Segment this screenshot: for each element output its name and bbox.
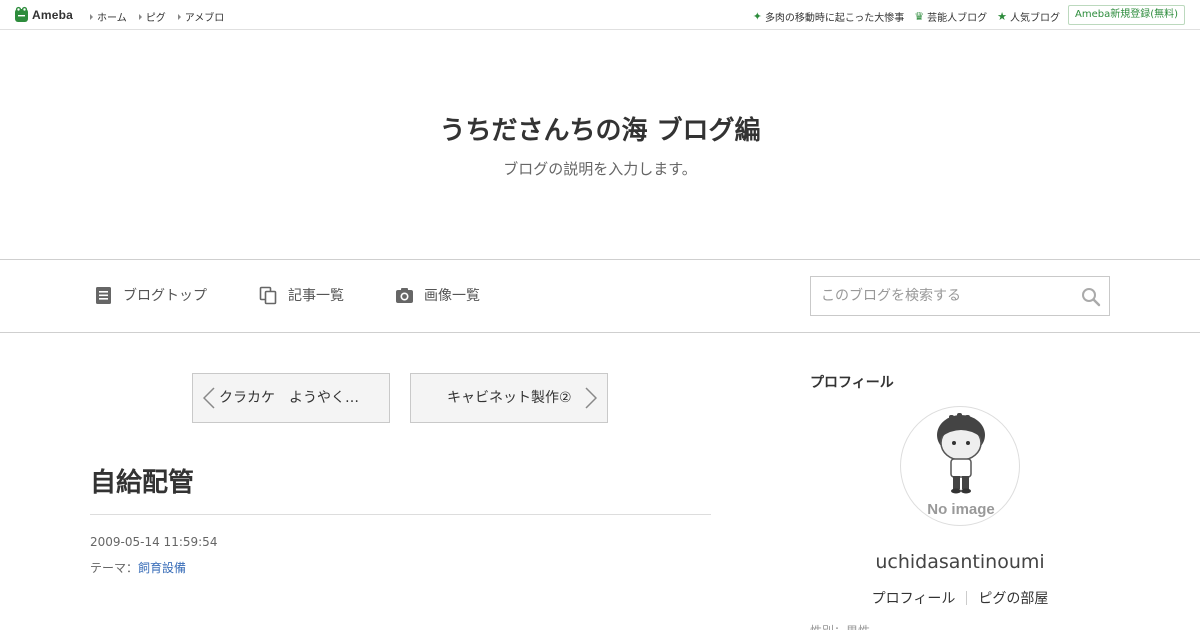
blog-title[interactable]: うちださんちの海 ブログ編 — [0, 110, 1200, 147]
profile-links: プロフィール ピグの部屋 — [810, 588, 1110, 608]
theme-link[interactable]: 飼育設備 — [138, 561, 186, 575]
sparkle-icon: ✦ — [752, 9, 762, 23]
entry-date: 2009-05-14 11:59:54 — [90, 535, 218, 549]
blog-search-input[interactable] — [811, 277, 1071, 315]
entry-theme: テーマ：飼育設備 — [90, 559, 186, 576]
chevron-right-icon — [585, 387, 597, 409]
document-icon — [96, 286, 111, 304]
crown-icon: ♛ — [914, 9, 925, 23]
prev-entry-label: クラカケ ようやく… — [219, 390, 359, 406]
celebrity-blog-link[interactable]: ♛ 芸能人ブログ — [914, 9, 988, 25]
header-right-links: ✦ 多肉の移動時に起こった大惨事 ♛ 芸能人ブログ ★ 人気ブログ — [752, 9, 1060, 25]
profile-username[interactable]: uchidasantinoumi — [810, 551, 1110, 573]
blog-description: ブログの説明を入力します。 — [503, 160, 697, 178]
popular-blog-label: 人気ブログ — [1010, 13, 1060, 24]
theme-prefix: テーマ： — [90, 561, 139, 575]
blog-top-label: ブログトップ — [123, 288, 207, 304]
search-icon[interactable] — [1081, 287, 1101, 307]
next-entry-button[interactable]: キャビネット製作② — [410, 373, 608, 423]
blog-nav: ブログトップ 記事一覧 画像一覧 — [0, 259, 1200, 333]
trending-topic-label: 多肉の移動時に起こった大惨事 — [764, 13, 905, 24]
nav-home-link[interactable]: ホーム — [90, 9, 127, 24]
pigg-room-link[interactable]: ピグの部屋 — [967, 588, 1059, 608]
camera-icon — [396, 287, 413, 303]
triangle-right-icon — [177, 13, 181, 20]
profile-heading: プロフィール — [810, 375, 894, 391]
nav-ameblo-label: アメブロ — [184, 13, 225, 24]
nav-pigg-link[interactable]: ピグ — [138, 9, 166, 24]
popular-blog-link[interactable]: ★ 人気ブログ — [997, 9, 1060, 25]
logo-text: Ameba — [32, 7, 74, 22]
trending-topic-link[interactable]: ✦ 多肉の移動時に起こった大惨事 — [752, 9, 905, 25]
triangle-right-icon — [90, 13, 93, 20]
image-list-link[interactable]: 画像一覧 — [395, 285, 480, 305]
no-image-text: No image — [927, 501, 995, 518]
blog-top-link[interactable]: ブログトップ — [94, 285, 207, 305]
celebrity-blog-label: 芸能人ブログ — [927, 13, 988, 24]
image-list-label: 画像一覧 — [424, 288, 480, 304]
nav-ameblo-link[interactable]: アメブロ — [177, 9, 225, 24]
no-image-avatar-icon: No image — [927, 413, 995, 518]
global-header: Ameba ホーム ピグ アメブロ ✦ 多肉の移動時に起こった大惨事 ♛ 芸能人ブロ… — [0, 0, 1200, 30]
blog-search-box — [810, 276, 1110, 316]
global-nav: ホーム ピグ アメブロ — [90, 9, 224, 24]
prev-entry-button[interactable]: クラカケ ようやく… — [192, 373, 390, 423]
register-button[interactable]: Ameba新規登録(無料) — [1067, 5, 1185, 25]
entry-title[interactable]: 自給配管 — [90, 462, 194, 499]
title-divider — [90, 514, 711, 515]
article-list-link[interactable]: 記事一覧 — [259, 285, 344, 305]
avatar[interactable]: No image — [900, 406, 1020, 526]
profile-gender-text: 性別：男性 — [810, 622, 870, 630]
ameba-frog-icon — [15, 6, 28, 22]
nav-home-label: ホーム — [97, 13, 127, 24]
triangle-right-icon — [138, 13, 142, 20]
star-icon: ★ — [997, 9, 1007, 23]
profile-link[interactable]: プロフィール — [861, 588, 967, 608]
copy-icon — [259, 286, 277, 304]
next-entry-label: キャビネット製作② — [447, 390, 572, 406]
ameba-logo[interactable]: Ameba — [14, 6, 73, 23]
chevron-left-icon — [203, 387, 215, 409]
article-list-label: 記事一覧 — [288, 288, 344, 304]
nav-pigg-label: ピグ — [145, 13, 166, 24]
